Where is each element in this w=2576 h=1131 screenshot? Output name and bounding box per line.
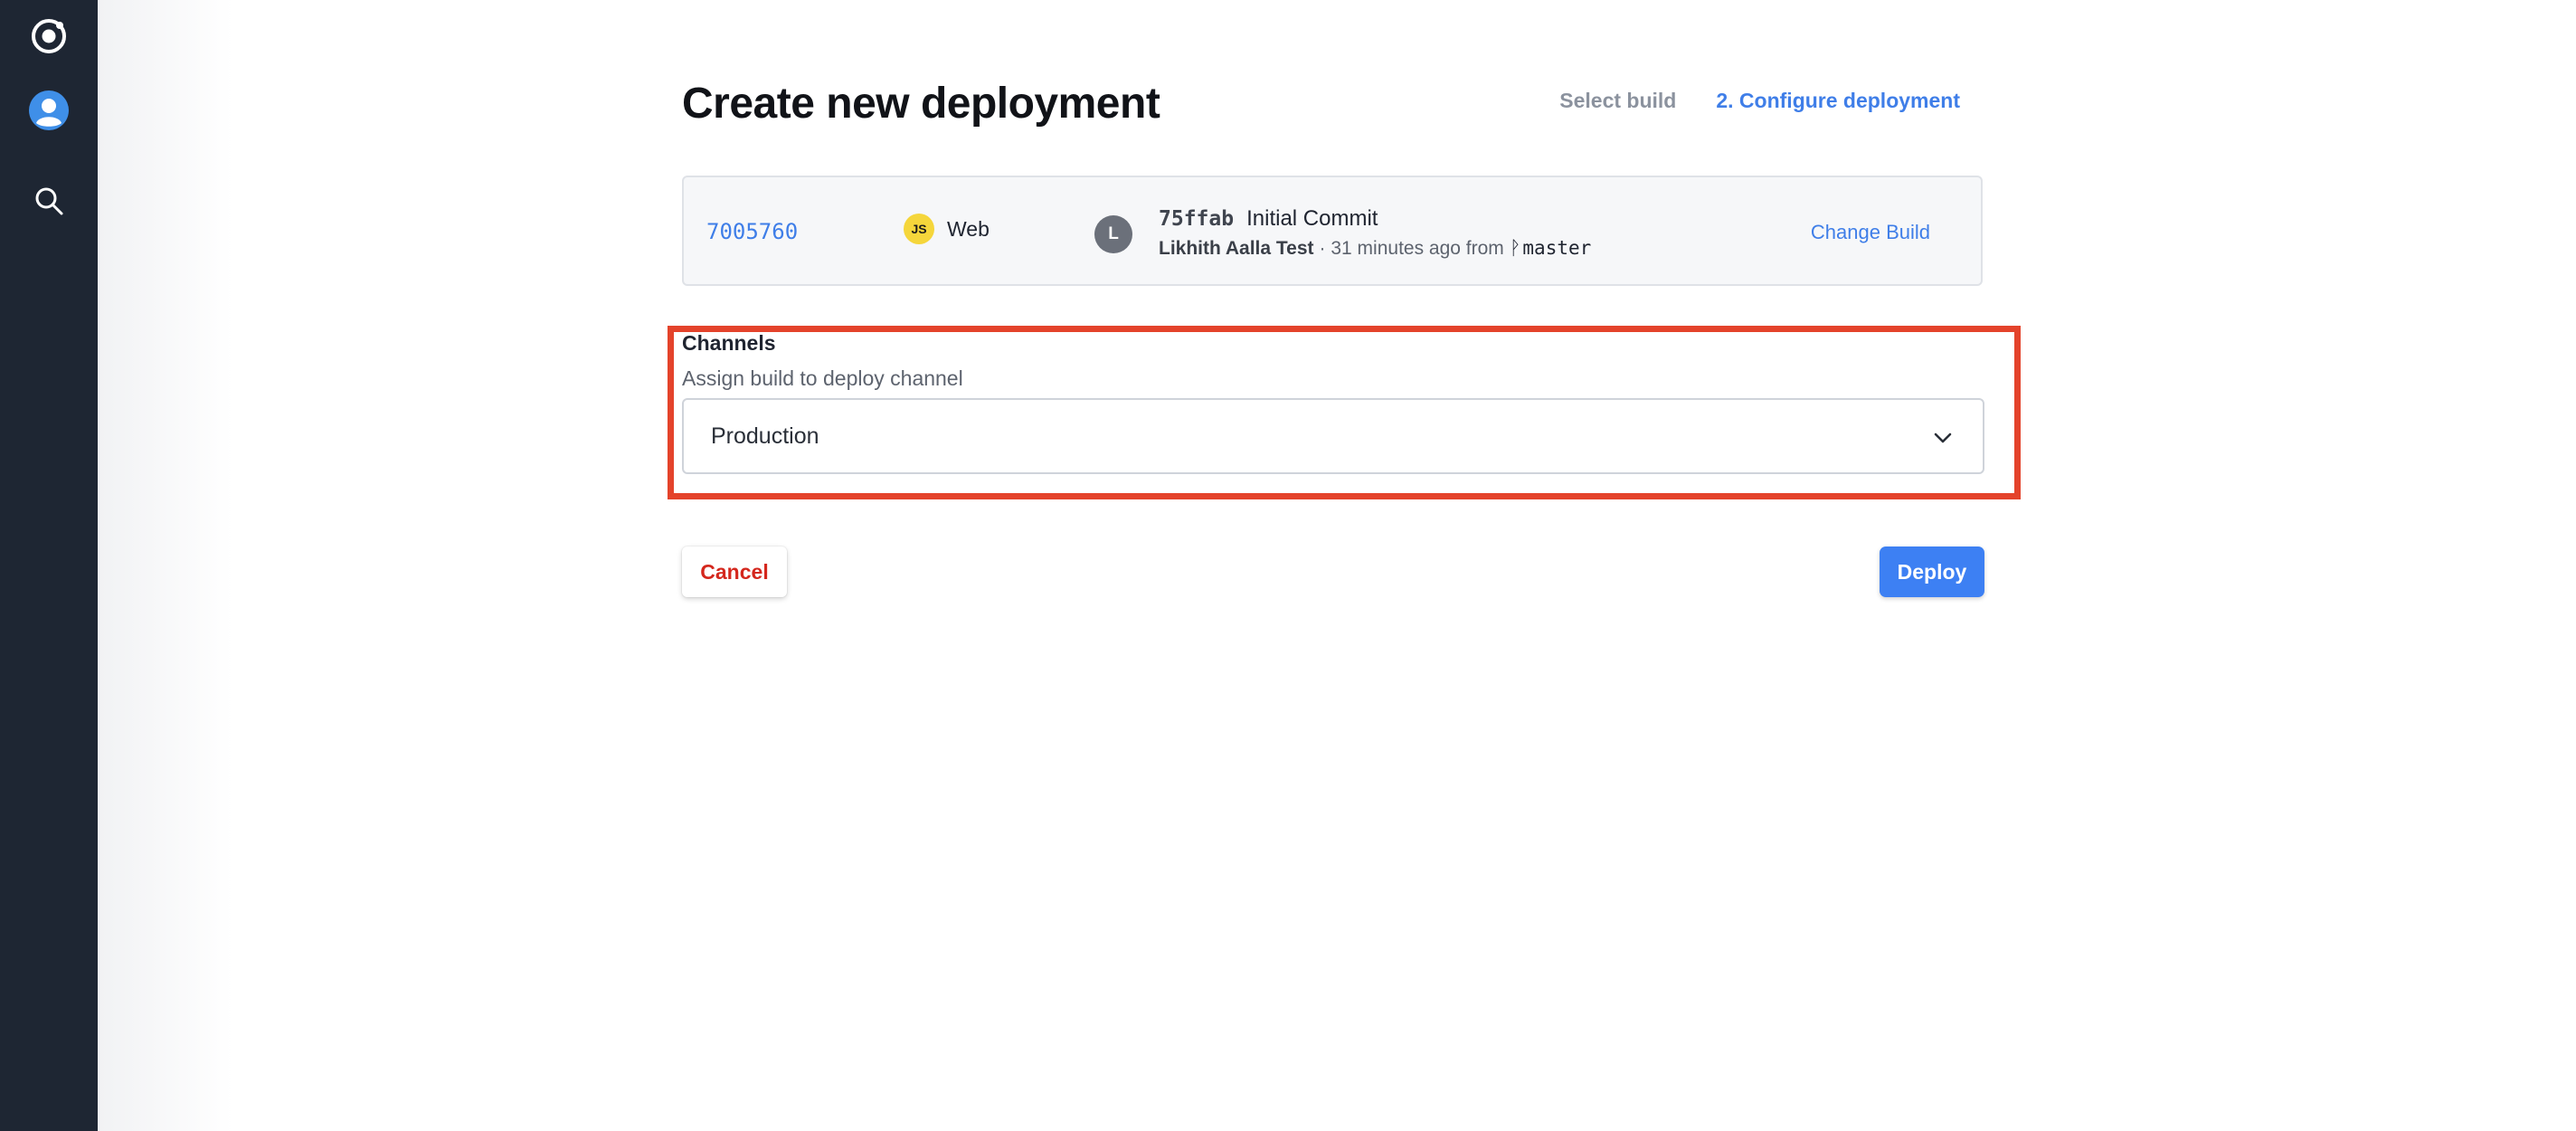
build-id-link[interactable]: 7005760 <box>706 219 798 244</box>
selected-build-card: 7005760 JS Web L 75ffab Initial Commit L… <box>682 176 1983 286</box>
chevron-down-icon <box>1934 432 1952 443</box>
main-content: Create new deployment Select build 2. Co… <box>668 0 2021 1131</box>
commit-sha: 75ffab <box>1159 207 1235 231</box>
search-icon <box>35 187 63 215</box>
author-avatar: L <box>1094 215 1132 253</box>
git-branch-icon: ᚹ <box>1509 238 1521 259</box>
cancel-button[interactable]: Cancel <box>682 546 787 597</box>
commit-author: Likhith Aalla Test <box>1159 238 1314 259</box>
content-edge-shadow <box>98 0 233 1131</box>
left-nav-rail <box>0 0 98 1131</box>
user-avatar-icon <box>29 90 69 130</box>
deploy-button[interactable]: Deploy <box>1880 546 1984 597</box>
search-button[interactable] <box>0 165 98 237</box>
javascript-icon: JS <box>904 214 934 244</box>
channel-select[interactable]: Production <box>682 398 1984 474</box>
channel-select-value: Production <box>711 423 819 449</box>
commit-message: Initial Commit <box>1246 206 1378 231</box>
change-build-link[interactable]: Change Build <box>1811 221 1930 244</box>
step-configure-deployment[interactable]: 2. Configure deployment <box>1716 89 1960 113</box>
channels-label: Channels <box>682 331 776 355</box>
channels-description: Assign build to deploy channel <box>682 366 963 390</box>
ionic-logo-button[interactable] <box>0 0 98 72</box>
wizard-steps: Select build 2. Configure deployment <box>1559 89 1960 113</box>
account-button[interactable] <box>0 74 98 147</box>
branch-name: master <box>1522 237 1592 259</box>
commit-info: 75ffab Initial Commit Likhith Aalla Test… <box>1159 206 1591 260</box>
step-select-build[interactable]: Select build <box>1559 89 1676 113</box>
commit-time: · 31 minutes ago from <box>1319 238 1504 259</box>
page-title: Create new deployment <box>682 80 1160 128</box>
platform-label: Web <box>947 216 990 241</box>
build-platform: JS Web <box>904 214 990 244</box>
ionic-logo-icon <box>32 19 66 53</box>
